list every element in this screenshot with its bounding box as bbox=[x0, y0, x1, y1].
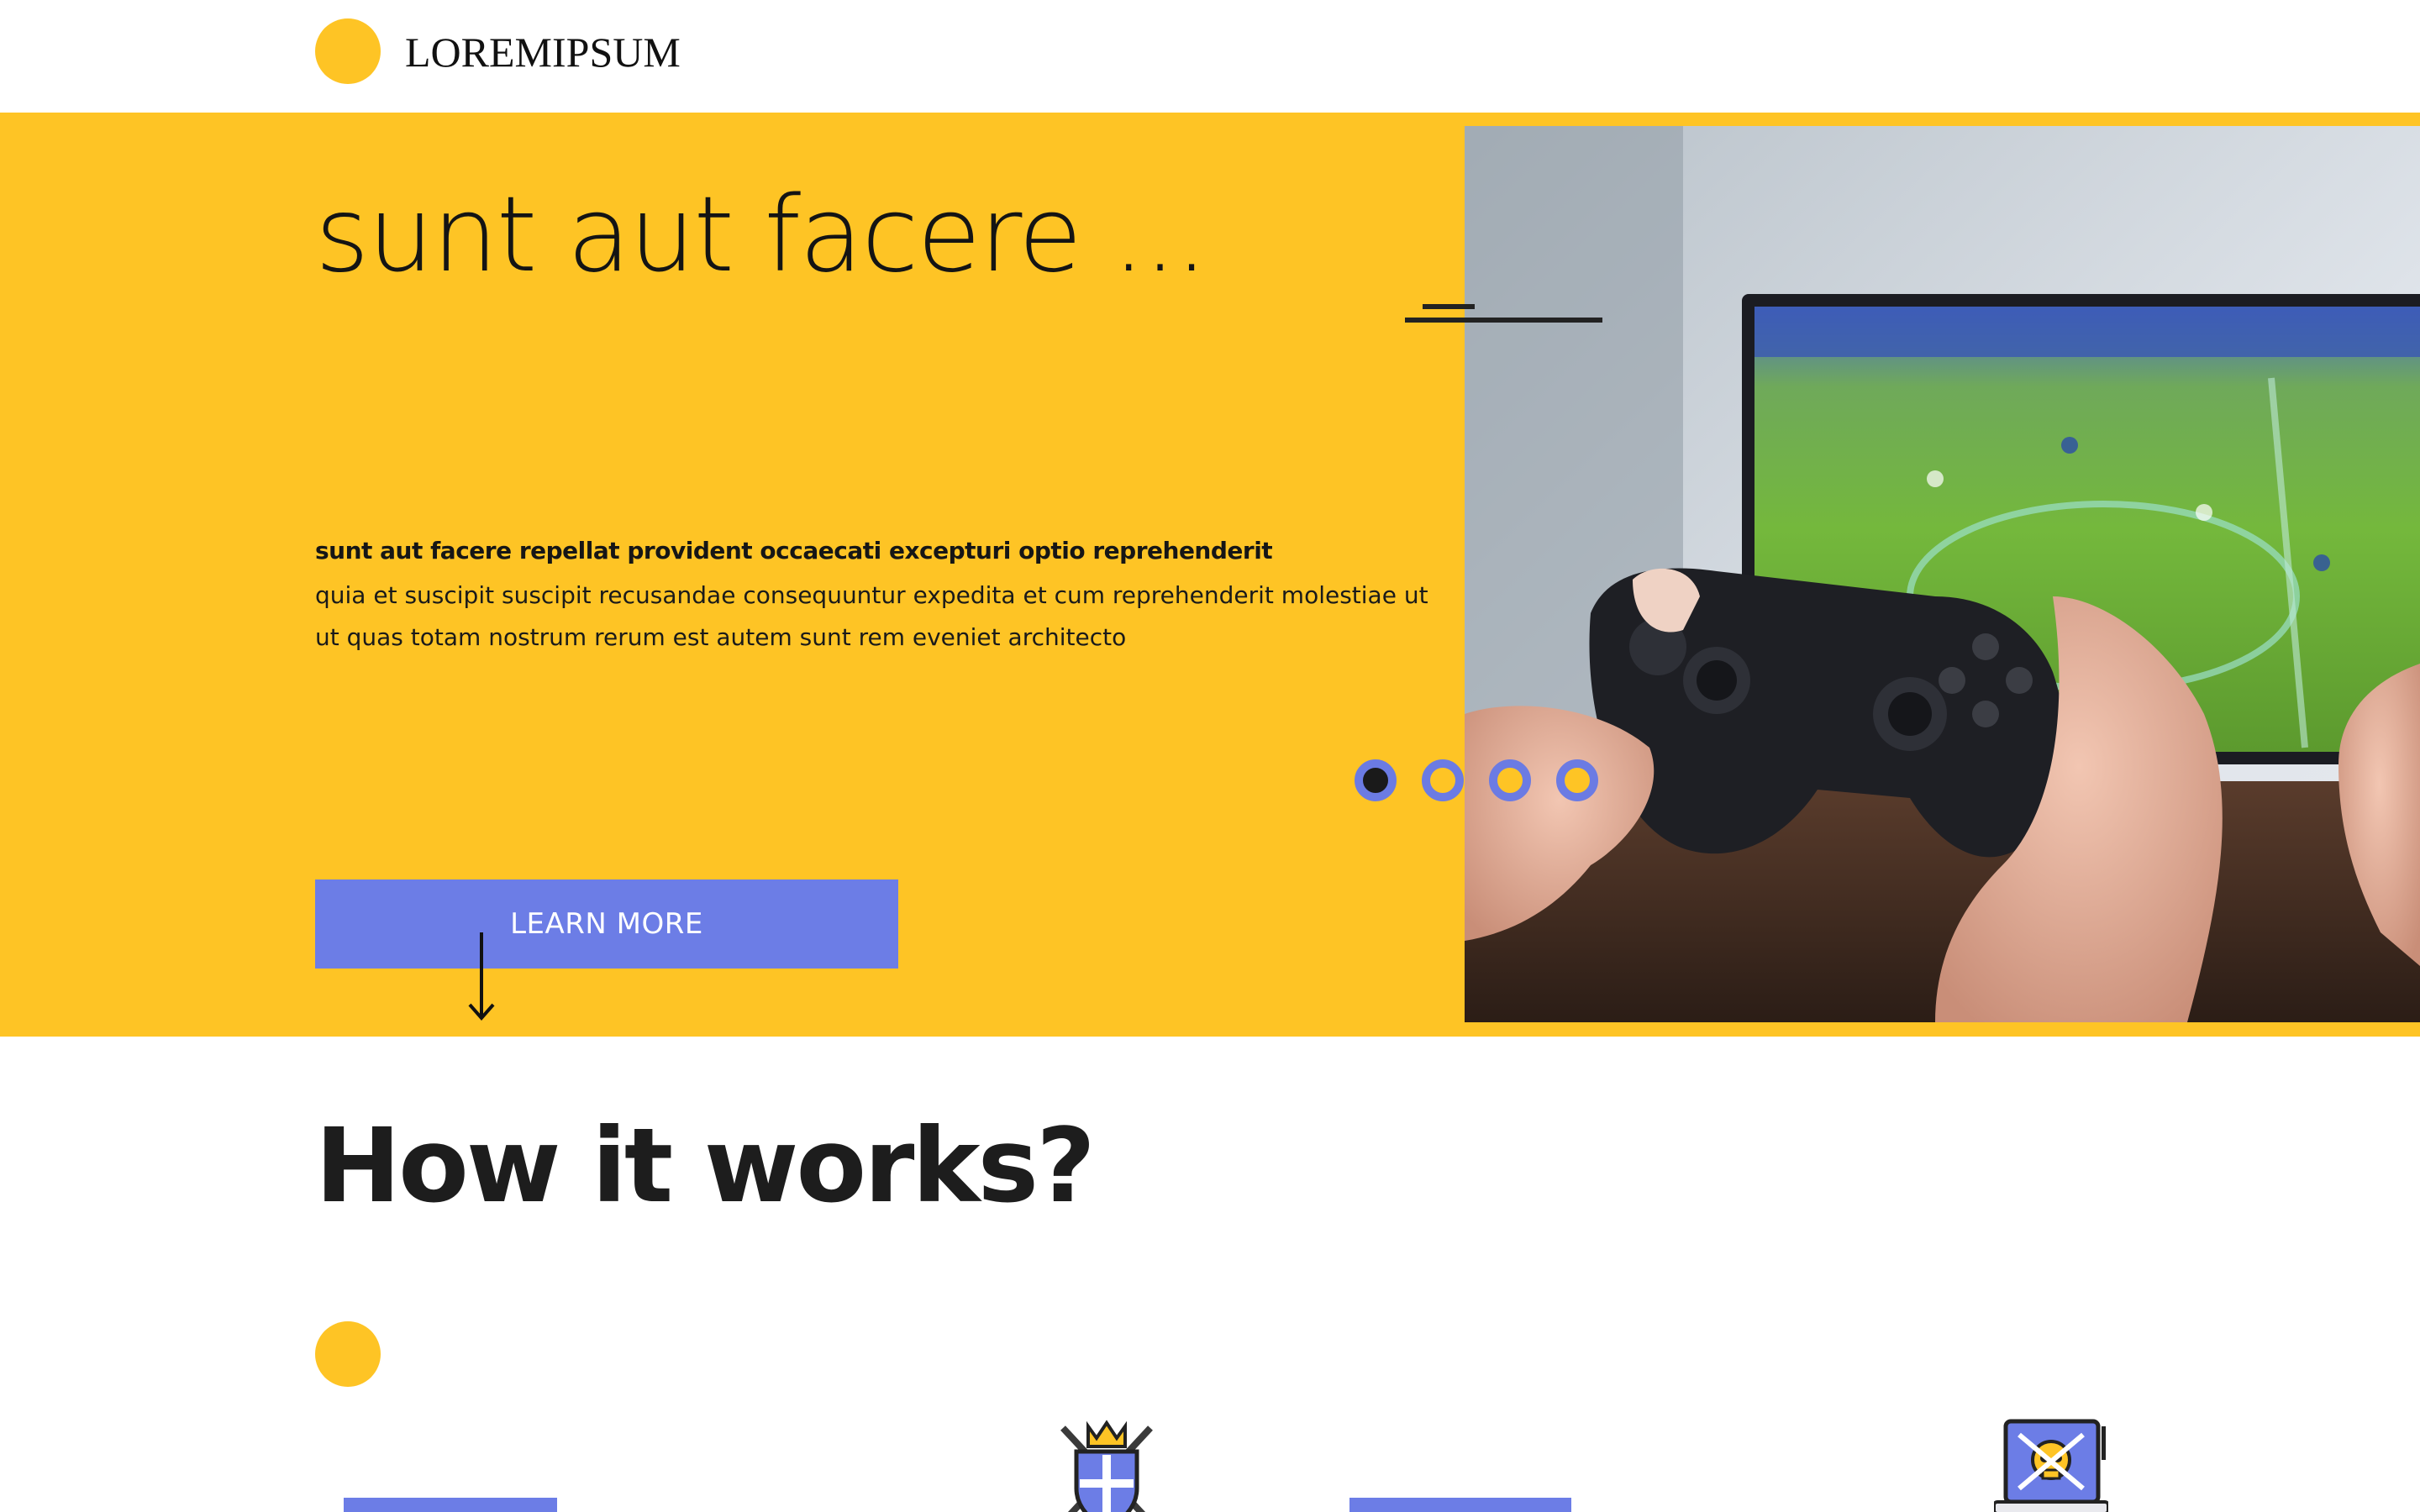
decorative-line-long bbox=[1405, 318, 1602, 323]
hero-subheading: sunt aut facere repellat provident occae… bbox=[315, 537, 1273, 564]
carousel-indicators bbox=[1355, 759, 1607, 803]
hero-body-text: quia et suscipit suscipit recusandae con… bbox=[315, 581, 1428, 651]
step-marker-circle bbox=[315, 1321, 381, 1387]
learn-more-button[interactable]: LEARN MORE bbox=[315, 879, 898, 969]
carousel-dot-1[interactable] bbox=[1355, 759, 1397, 801]
pirate-monitor-icon bbox=[1994, 1418, 2108, 1512]
arrow-down-icon bbox=[466, 931, 497, 1023]
logo-circle-icon[interactable] bbox=[315, 18, 381, 84]
step-card-3[interactable] bbox=[1349, 1498, 1571, 1512]
hero-title: sunt aut facere ... bbox=[315, 175, 1208, 296]
carousel-dot-4[interactable] bbox=[1556, 759, 1598, 801]
hero-image-gamer-controller bbox=[1465, 126, 2420, 1022]
carousel-dot-2[interactable] bbox=[1422, 759, 1464, 801]
crest-shield-icon bbox=[1055, 1418, 1159, 1512]
step-card-1[interactable] bbox=[344, 1498, 557, 1512]
how-it-works-title: How it works? bbox=[315, 1106, 1096, 1226]
learn-more-label: LEARN MORE bbox=[510, 907, 703, 941]
site-header: LOREMIPSUM bbox=[0, 0, 2420, 113]
carousel-dot-3[interactable] bbox=[1489, 759, 1531, 801]
decorative-line-short bbox=[1423, 304, 1475, 309]
logo-text[interactable]: LOREMIPSUM bbox=[405, 27, 682, 77]
